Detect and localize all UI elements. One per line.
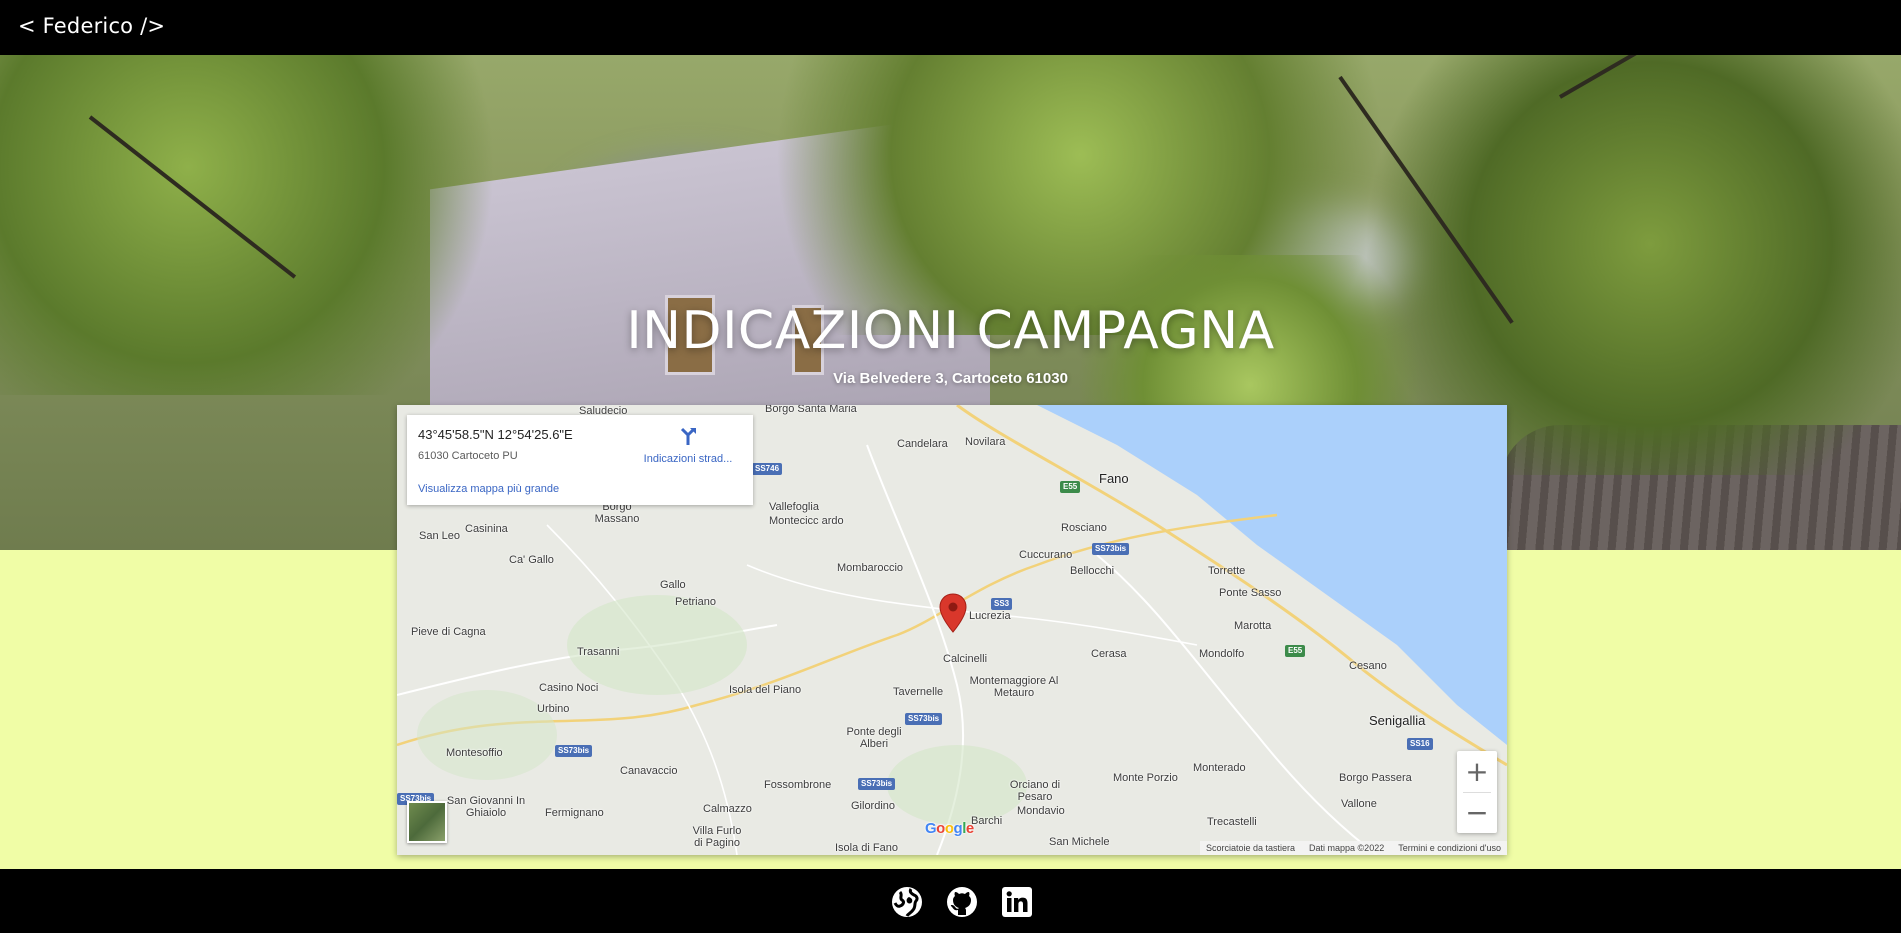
map-place-label: Fano (1099, 471, 1129, 486)
directions-icon (680, 427, 696, 445)
map-place-label: Monte Porzio (1113, 772, 1178, 784)
map-place-label: Mombaroccio (837, 562, 904, 574)
map-place-label: Bellocchi (1070, 565, 1115, 577)
github-icon[interactable] (946, 886, 978, 918)
map-place-label: Pieve di Cagna (411, 626, 486, 638)
map-place-label: Barchi (971, 815, 1003, 827)
map-place-label: Borgo Passera (1339, 772, 1412, 784)
map-place-label: Gilordino (851, 800, 896, 812)
map-place-label: Borgo Santa Maria (765, 405, 857, 415)
map-place-label: Casino Noci (539, 682, 599, 694)
road-shield: SS73bis (858, 778, 896, 790)
road-shield: E55 (1285, 645, 1306, 657)
map-place-label: Ca' Gallo (509, 554, 554, 566)
map-place-label: Isola di Fano (835, 842, 898, 854)
map-attribution-bar: Scorciatoie da tastiera Dati mappa ©2022… (1199, 841, 1507, 855)
map-place-label: Petriano (675, 596, 716, 608)
map-data-text: Dati mappa ©2022 (1309, 843, 1385, 853)
map-place-label: Isola del Piano (729, 684, 802, 696)
zoom-divider (1463, 792, 1491, 793)
location-pin-icon[interactable] (939, 593, 967, 633)
address-subtitle: Via Belvedere 3, Cartoceto 61030 (833, 370, 1068, 387)
road-shield: SS746 (752, 463, 783, 475)
directions-label: Indicazioni strad... (643, 453, 733, 465)
map-place-label: Villa Furlo di Pagino (692, 825, 742, 849)
map-place-label: Montemaggiore Al Metauro (969, 675, 1059, 699)
map-place-label: Montesoffio (446, 747, 503, 759)
map-place-label: Mondolfo (1199, 648, 1245, 660)
map-place-label: San Giovanni In Ghiaiolo (446, 795, 526, 819)
map-place-label: Fossombrone (764, 779, 832, 791)
map-place-label: Vallefoglia (769, 501, 819, 513)
keyboard-shortcuts-link[interactable]: Scorciatoie da tastiera (1206, 842, 1295, 854)
map-place-label: Mondavio (1017, 805, 1065, 817)
road-shield: E55 (1060, 481, 1081, 493)
google-logo: Google (925, 820, 974, 837)
map-place-label: Monterado (1193, 762, 1246, 774)
map-place-label: Orciano di Pesaro (1009, 779, 1061, 803)
terms-link[interactable]: Termini e condizioni d'uso (1398, 842, 1501, 854)
map-place-label: Senigallia (1369, 713, 1426, 728)
map-place-label: Casinina (465, 523, 508, 535)
globe-icon[interactable] (891, 886, 923, 918)
zoom-controls: + − (1457, 751, 1497, 833)
road-shield: SS3 (991, 598, 1013, 610)
map-info-card: 43°45'58.5"N 12°54'25.6"E 61030 Cartocet… (407, 415, 753, 505)
map-place-label: Novilara (965, 436, 1006, 448)
map-place-label: Lucrezia (969, 610, 1011, 622)
map-place-label: Trasanni (577, 646, 620, 658)
google-map-embed[interactable]: Saludecio Borgo Santa Maria Candelara No… (397, 405, 1507, 855)
map-place-label: Cesano (1349, 660, 1387, 672)
map-place-label: Marotta (1234, 620, 1272, 632)
map-place-label: Cerasa (1091, 648, 1127, 660)
map-place-label: Montecicc ardo (769, 515, 844, 527)
zoom-in-button[interactable]: + (1457, 751, 1497, 792)
view-larger-map-link[interactable]: Visualizza mappa più grande (418, 483, 559, 495)
zoom-out-button[interactable]: − (1457, 792, 1497, 833)
map-place-label: Canavaccio (620, 765, 678, 777)
map-place-label: Calcinelli (943, 653, 988, 665)
map-road (746, 564, 1198, 646)
map-place-label: Ponte degli Alberi (846, 726, 902, 750)
road-shield: SS73bis (1092, 543, 1130, 555)
coordinates-text: 43°45'58.5"N 12°54'25.6"E (418, 427, 573, 442)
map-place-label: Tavernelle (893, 686, 944, 698)
map-place-label: Gallo (660, 579, 686, 591)
map-place-label: Urbino (537, 703, 570, 715)
address-text: 61030 Cartoceto PU (418, 450, 518, 462)
map-place-label: Rosciano (1061, 522, 1107, 534)
map-place-label: San Leo (419, 530, 460, 542)
map-green-area (567, 595, 747, 695)
map-place-label: Candelara (897, 438, 948, 450)
top-navbar: < Federico /> (0, 0, 1901, 55)
map-place-label: Torrette (1208, 565, 1246, 577)
map-place-label: Trecastelli (1207, 816, 1257, 828)
directions-button[interactable]: Indicazioni strad... (635, 425, 741, 467)
map-place-label: Calmazzo (703, 803, 752, 815)
satellite-view-toggle[interactable] (407, 801, 447, 843)
footer (0, 869, 1901, 933)
map-place-label: Vallone (1341, 798, 1377, 810)
map-place-label: Ponte Sasso (1219, 587, 1282, 599)
linkedin-icon[interactable] (1001, 886, 1033, 918)
road-shield: SS73bis (905, 713, 943, 725)
road-shield: SS73bis (555, 745, 593, 757)
road-shield: SS16 (1407, 738, 1433, 750)
brand-logo-link[interactable]: < Federico /> (18, 14, 165, 38)
map-place-label: Fermignano (545, 807, 604, 819)
map-green-area (417, 690, 557, 780)
page-title: INDICAZIONI CAMPAGNA (626, 301, 1275, 361)
map-place-label: San Michele (1049, 836, 1110, 848)
map-place-label: Cuccurano (1019, 549, 1073, 561)
